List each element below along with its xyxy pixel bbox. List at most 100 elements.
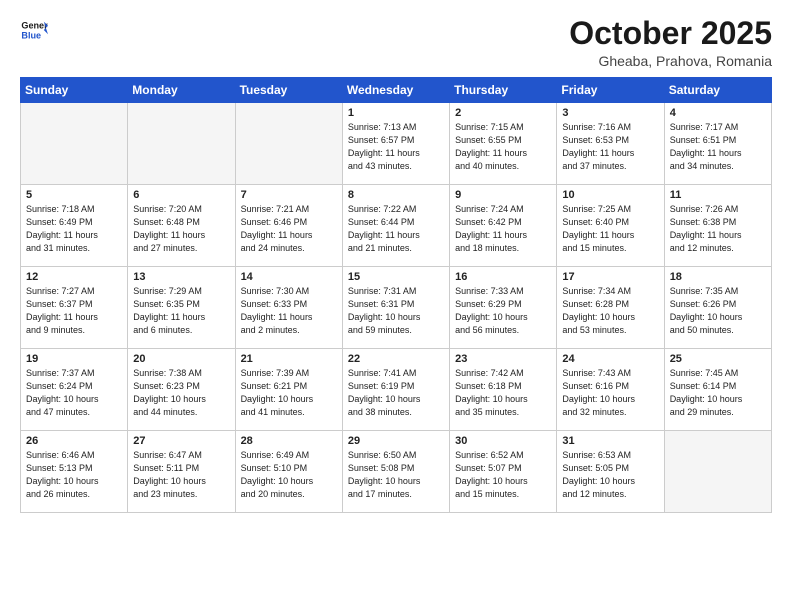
day-number: 30 [455, 435, 551, 447]
header-saturday: Saturday [664, 78, 771, 103]
table-row [128, 103, 235, 185]
table-row: 28 Sunrise: 6:49 AM Sunset: 5:10 PM Dayli… [235, 431, 342, 513]
day-info: Sunrise: 6:46 AM Sunset: 5:13 PM Dayligh… [26, 449, 122, 501]
header: General Blue October 2025 Gheaba, Prahov… [20, 16, 772, 69]
table-row: 27Sunrise: 6:47 AM Sunset: 5:11 PM Dayli… [128, 431, 235, 513]
day-number: 29 [348, 435, 444, 447]
day-number: 9 [455, 189, 551, 201]
table-row: 26 Sunrise: 6:46 AM Sunset: 5:13 PM Dayli… [21, 431, 128, 513]
header-thursday: Thursday [450, 78, 557, 103]
calendar-week-row: 19 Sunrise: 7:37 AM Sunset: 6:24 PM Dayli… [21, 349, 772, 431]
calendar-week-row: 1 Sunrise: 7:13 AM Sunset: 6:57 PM Daylig… [21, 103, 772, 185]
day-number: 10 [562, 189, 658, 201]
day-info: Sunrise: 6:52 AM Sunset: 5:07 PM Dayligh… [455, 449, 551, 501]
table-row: 17Sunrise: 7:34 AM Sunset: 6:28 PM Dayli… [557, 267, 664, 349]
day-info: Sunrise: 7:26 AM Sunset: 6:38 PM Dayligh… [670, 203, 766, 255]
day-info: Sunrise: 7:29 AM Sunset: 6:35 PM Dayligh… [133, 285, 229, 337]
day-info: Sunrise: 7:30 AM Sunset: 6:33 PM Dayligh… [241, 285, 337, 337]
day-info: Sunrise: 7:16 AM Sunset: 6:53 PM Dayligh… [562, 121, 658, 173]
day-number: 26 [26, 435, 122, 447]
table-row [235, 103, 342, 185]
day-info: Sunrise: 7:38 AM Sunset: 6:23 PM Dayligh… [133, 367, 229, 419]
day-info: Sunrise: 7:37 AM Sunset: 6:24 PM Dayligh… [26, 367, 122, 419]
location-subtitle: Gheaba, Prahova, Romania [569, 53, 772, 69]
day-info: Sunrise: 6:53 AM Sunset: 5:05 PM Dayligh… [562, 449, 658, 501]
day-number: 7 [241, 189, 337, 201]
day-number: 6 [133, 189, 229, 201]
table-row: 7 Sunrise: 7:21 AM Sunset: 6:46 PM Daylig… [235, 185, 342, 267]
header-sunday: Sunday [21, 78, 128, 103]
calendar-week-row: 26 Sunrise: 6:46 AM Sunset: 5:13 PM Dayli… [21, 431, 772, 513]
header-wednesday: Wednesday [342, 78, 449, 103]
day-info: Sunrise: 7:25 AM Sunset: 6:40 PM Dayligh… [562, 203, 658, 255]
day-info: Sunrise: 7:21 AM Sunset: 6:46 PM Dayligh… [241, 203, 337, 255]
day-info: Sunrise: 7:43 AM Sunset: 6:16 PM Dayligh… [562, 367, 658, 419]
day-number: 8 [348, 189, 444, 201]
table-row: 4 Sunrise: 7:17 AM Sunset: 6:51 PM Daylig… [664, 103, 771, 185]
table-row: 10 Sunrise: 7:25 AM Sunset: 6:40 PM Dayli… [557, 185, 664, 267]
day-number: 18 [670, 271, 766, 283]
day-info: Sunrise: 7:27 AM Sunset: 6:37 PM Dayligh… [26, 285, 122, 337]
table-row [664, 431, 771, 513]
table-row: 14Sunrise: 7:30 AM Sunset: 6:33 PM Dayli… [235, 267, 342, 349]
table-row: 3 Sunrise: 7:16 AM Sunset: 6:53 PM Daylig… [557, 103, 664, 185]
table-row: 13 Sunrise: 7:29 AM Sunset: 6:35 PM Dayli… [128, 267, 235, 349]
day-number: 19 [26, 353, 122, 365]
day-number: 5 [26, 189, 122, 201]
day-info: Sunrise: 7:39 AM Sunset: 6:21 PM Dayligh… [241, 367, 337, 419]
table-row: 31 Sunrise: 6:53 AM Sunset: 5:05 PM Dayli… [557, 431, 664, 513]
day-number: 25 [670, 353, 766, 365]
days-header-row: Sunday Monday Tuesday Wednesday Thursday… [21, 78, 772, 103]
day-info: Sunrise: 6:47 AM Sunset: 5:11 PM Dayligh… [133, 449, 229, 501]
header-monday: Monday [128, 78, 235, 103]
table-row: 9 Sunrise: 7:24 AM Sunset: 6:42 PM Daylig… [450, 185, 557, 267]
day-number: 24 [562, 353, 658, 365]
day-info: Sunrise: 7:35 AM Sunset: 6:26 PM Dayligh… [670, 285, 766, 337]
logo-icon: General Blue [20, 16, 48, 44]
day-info: Sunrise: 7:24 AM Sunset: 6:42 PM Dayligh… [455, 203, 551, 255]
day-number: 17 [562, 271, 658, 283]
day-number: 15 [348, 271, 444, 283]
table-row: 18 Sunrise: 7:35 AM Sunset: 6:26 PM Dayli… [664, 267, 771, 349]
svg-text:Blue: Blue [21, 30, 41, 40]
day-number: 2 [455, 107, 551, 119]
table-row: 22 Sunrise: 7:41 AM Sunset: 6:19 PM Dayli… [342, 349, 449, 431]
day-number: 4 [670, 107, 766, 119]
day-number: 31 [562, 435, 658, 447]
day-number: 20 [133, 353, 229, 365]
day-info: Sunrise: 7:41 AM Sunset: 6:19 PM Dayligh… [348, 367, 444, 419]
table-row: 30 Sunrise: 6:52 AM Sunset: 5:07 PM Dayli… [450, 431, 557, 513]
day-info: Sunrise: 7:13 AM Sunset: 6:57 PM Dayligh… [348, 121, 444, 173]
header-friday: Friday [557, 78, 664, 103]
day-number: 16 [455, 271, 551, 283]
title-block: October 2025 Gheaba, Prahova, Romania [569, 16, 772, 69]
calendar-table: Sunday Monday Tuesday Wednesday Thursday… [20, 77, 772, 513]
day-info: Sunrise: 7:31 AM Sunset: 6:31 PM Dayligh… [348, 285, 444, 337]
day-number: 21 [241, 353, 337, 365]
table-row [21, 103, 128, 185]
table-row: 24 Sunrise: 7:43 AM Sunset: 6:16 PM Dayli… [557, 349, 664, 431]
table-row: 1 Sunrise: 7:13 AM Sunset: 6:57 PM Daylig… [342, 103, 449, 185]
table-row: 20 Sunrise: 7:38 AM Sunset: 6:23 PM Dayli… [128, 349, 235, 431]
table-row: 5Sunrise: 7:18 AM Sunset: 6:49 PM Daylig… [21, 185, 128, 267]
table-row: 21 Sunrise: 7:39 AM Sunset: 6:21 PM Dayli… [235, 349, 342, 431]
day-info: Sunrise: 6:49 AM Sunset: 5:10 PM Dayligh… [241, 449, 337, 501]
logo: General Blue [20, 16, 50, 44]
month-title: October 2025 [569, 16, 772, 51]
table-row: 29Sunrise: 6:50 AM Sunset: 5:08 PM Dayli… [342, 431, 449, 513]
day-number: 1 [348, 107, 444, 119]
table-row: 15 Sunrise: 7:31 AM Sunset: 6:31 PM Dayli… [342, 267, 449, 349]
table-row: 8Sunrise: 7:22 AM Sunset: 6:44 PM Daylig… [342, 185, 449, 267]
table-row: 11Sunrise: 7:26 AM Sunset: 6:38 PM Dayli… [664, 185, 771, 267]
day-number: 23 [455, 353, 551, 365]
day-info: Sunrise: 7:17 AM Sunset: 6:51 PM Dayligh… [670, 121, 766, 173]
day-info: Sunrise: 7:45 AM Sunset: 6:14 PM Dayligh… [670, 367, 766, 419]
day-number: 3 [562, 107, 658, 119]
header-tuesday: Tuesday [235, 78, 342, 103]
day-number: 28 [241, 435, 337, 447]
table-row: 16Sunrise: 7:33 AM Sunset: 6:29 PM Dayli… [450, 267, 557, 349]
table-row: 6Sunrise: 7:20 AM Sunset: 6:48 PM Daylig… [128, 185, 235, 267]
day-info: Sunrise: 7:42 AM Sunset: 6:18 PM Dayligh… [455, 367, 551, 419]
day-number: 13 [133, 271, 229, 283]
day-number: 22 [348, 353, 444, 365]
